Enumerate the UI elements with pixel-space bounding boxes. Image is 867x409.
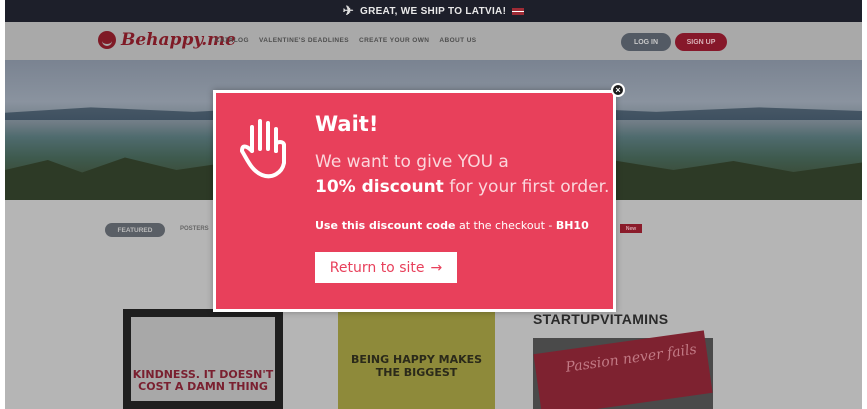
plane-icon: ✈ xyxy=(342,3,354,18)
hand-stop-icon xyxy=(240,119,286,179)
poster-kindness-text: KINDNESS. IT DOESN'T COST A DAMN THING xyxy=(131,317,275,401)
poster-passion[interactable]: Passion never fails xyxy=(533,330,713,409)
discount-modal: Wait! We want to give YOU a 10% discount… xyxy=(213,90,616,312)
modal-line-1: We want to give YOU a xyxy=(315,152,509,172)
arrow-right-icon: → xyxy=(430,259,443,276)
shipping-banner: ✈ GREAT, WE SHIP TO LATVIA! xyxy=(5,0,862,22)
latvia-flag-icon xyxy=(512,7,525,15)
return-to-site-button[interactable]: Return to site → xyxy=(315,252,457,283)
discount-code-line: Use this discount code at the checkout -… xyxy=(315,219,589,232)
poster-kindness[interactable]: KINDNESS. IT DOESN'T COST A DAMN THING xyxy=(123,309,283,409)
modal-line-2: 10% discount for your first order. xyxy=(315,177,609,197)
brand-light: STARTUP xyxy=(533,311,601,327)
new-badge: New xyxy=(620,224,642,233)
discount-rest: for your first order. xyxy=(443,177,610,197)
modal-title: Wait! xyxy=(315,112,379,136)
close-icon[interactable]: × xyxy=(611,83,625,97)
code-rest: at the checkout - xyxy=(455,219,556,232)
brand-bold: VITAMINS xyxy=(600,311,669,327)
signup-button[interactable]: SIGN UP xyxy=(675,33,727,51)
page-frame: ✈ GREAT, WE SHIP TO LATVIA! Behappy.me C… xyxy=(5,0,862,409)
nav-about-us[interactable]: ABOUT US xyxy=(439,37,476,44)
nav-valentines-deadlines[interactable]: VALENTINE'S DEADLINES xyxy=(259,37,349,44)
discount-amount: 10% discount xyxy=(315,177,444,197)
nav-create-your-own[interactable]: CREATE YOUR OWN xyxy=(359,37,429,44)
nav-catalog[interactable]: CATALOG xyxy=(215,37,249,44)
startup-vitamins-brand[interactable]: STARTUPVITAMINS xyxy=(533,311,668,327)
poster-passion-text: Passion never fails xyxy=(533,330,713,409)
code-label: Use this discount code xyxy=(315,219,456,232)
shipping-banner-text: GREAT, WE SHIP TO LATVIA! xyxy=(359,5,507,17)
login-button[interactable]: LOG IN xyxy=(621,33,671,51)
tab-featured[interactable]: FEATURED xyxy=(105,223,165,237)
code-value: BH10 xyxy=(555,219,589,232)
poster-being-happy[interactable]: BEING HAPPY MAKES THE BIGGEST xyxy=(338,309,495,409)
site-header: Behappy.me CATALOG VALENTINE'S DEADLINES… xyxy=(5,22,862,60)
tab-posters[interactable]: POSTERS xyxy=(180,226,209,232)
smiley-logo-icon xyxy=(98,31,116,49)
main-nav: CATALOG VALENTINE'S DEADLINES CREATE YOU… xyxy=(215,37,477,44)
return-label: Return to site xyxy=(329,259,425,276)
